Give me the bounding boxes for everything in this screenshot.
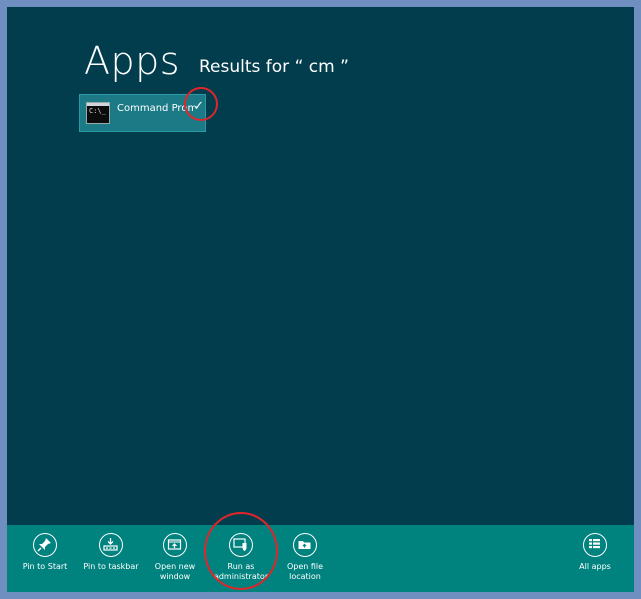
result-tile-command-prompt[interactable]: C:\_ Command Prompt ✓: [79, 94, 206, 132]
open-new-window-button[interactable]: Open new window: [138, 533, 212, 582]
run-as-administrator-label: Run as administrator: [213, 562, 269, 581]
checkmark-icon: ✓: [193, 99, 204, 114]
shield-icon: [229, 533, 253, 557]
result-tile-label: Command Prompt: [117, 103, 195, 114]
all-apps-label: All apps: [579, 562, 611, 571]
pin-to-taskbar-label: Pin to taskbar: [83, 562, 139, 571]
command-prompt-icon: C:\_: [86, 102, 110, 124]
open-new-window-label: Open new window: [154, 562, 196, 581]
pin-to-start-button[interactable]: Pin to Start: [8, 533, 82, 572]
pin-to-start-label: Pin to Start: [22, 562, 68, 571]
open-file-location-button[interactable]: Open file location: [268, 533, 342, 582]
search-results-heading: Results for “ cm ”: [199, 57, 349, 77]
folder-icon: [293, 533, 317, 557]
pin-icon: [33, 533, 57, 557]
app-bar: Pin to Start Pin to taskbar Open new win…: [7, 525, 634, 592]
run-as-administrator-button[interactable]: Run as administrator: [204, 533, 278, 582]
all-apps-icon: [583, 533, 607, 557]
open-file-location-label: Open file location: [286, 562, 324, 581]
new-window-icon: [163, 533, 187, 557]
start-screen: Apps Results for “ cm ” C:\_ Command Pro…: [7, 7, 634, 592]
taskbar-icon: [99, 533, 123, 557]
all-apps-button[interactable]: All apps: [558, 533, 632, 572]
page-title: Apps: [84, 39, 181, 83]
pin-to-taskbar-button[interactable]: Pin to taskbar: [74, 533, 148, 572]
